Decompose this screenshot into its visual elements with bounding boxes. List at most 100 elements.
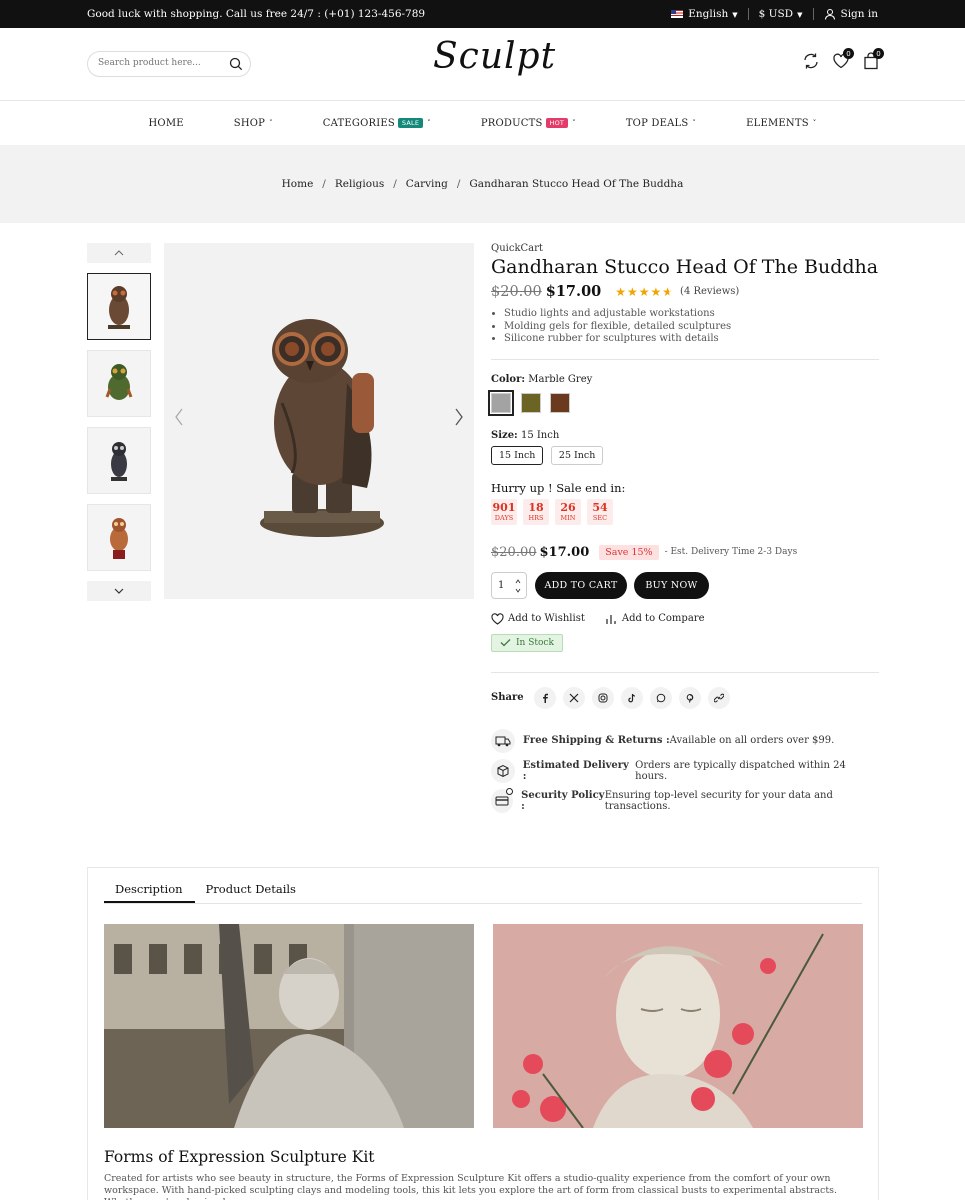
wishlist-button[interactable]: 0 bbox=[832, 48, 854, 73]
truck-icon bbox=[491, 728, 515, 753]
main-product-image[interactable] bbox=[164, 243, 474, 599]
thumbnail-owl-red[interactable] bbox=[87, 504, 151, 571]
feature-item: Molding gels for flexible, detailed scul… bbox=[504, 321, 879, 334]
heart-icon bbox=[491, 612, 504, 625]
delivery-estimate: - Est. Delivery Time 2-3 Days bbox=[664, 547, 798, 557]
stepper-arrows-icon[interactable] bbox=[515, 578, 521, 594]
currency-selector[interactable]: $ USD ▼ bbox=[759, 8, 803, 20]
rating-stars-icon: ★★★★★★ bbox=[615, 284, 675, 299]
description-section: Description Product Details Forms of Exp… bbox=[87, 867, 879, 1200]
tab-description[interactable]: Description bbox=[104, 882, 195, 903]
thumbnail-owl-bronze[interactable] bbox=[87, 273, 151, 340]
wishlist-count: 0 bbox=[843, 48, 854, 59]
swatch-brown[interactable] bbox=[550, 392, 570, 413]
thumb-up-button[interactable] bbox=[87, 243, 151, 263]
size-options: 15 Inch 25 Inch bbox=[491, 445, 879, 465]
search-icon[interactable] bbox=[229, 57, 243, 71]
thumb-down-button[interactable] bbox=[87, 581, 151, 601]
chevron-down-icon: ˅ bbox=[572, 119, 576, 127]
breadcrumb-religious[interactable]: Religious bbox=[335, 178, 384, 190]
nav-products[interactable]: PRODUCTS HOT ˅ bbox=[481, 118, 576, 129]
user-icon bbox=[824, 9, 835, 20]
breadcrumb-carving[interactable]: Carving bbox=[406, 178, 448, 190]
search-input[interactable] bbox=[98, 58, 218, 68]
share-label: Share bbox=[491, 692, 524, 703]
pinterest-icon[interactable] bbox=[678, 686, 701, 709]
facebook-icon[interactable] bbox=[533, 686, 556, 709]
size-15-inch[interactable]: 15 Inch bbox=[491, 445, 544, 465]
add-to-wishlist-link[interactable]: Add to Wishlist bbox=[491, 612, 585, 625]
prev-image-arrow[interactable] bbox=[174, 408, 184, 431]
nav-top-deals[interactable]: TOP DEALS ˅ bbox=[626, 118, 696, 129]
copy-link-icon[interactable] bbox=[707, 686, 730, 709]
owl-thumbnail-image bbox=[110, 517, 128, 559]
swatch-marble-grey[interactable] bbox=[488, 389, 514, 416]
add-to-compare-link[interactable]: Add to Compare bbox=[605, 613, 704, 625]
statue-image-left bbox=[104, 924, 474, 1128]
policy-delivery: Estimated Delivery : Orders are typicall… bbox=[491, 758, 879, 783]
chevron-down-icon: ˅ bbox=[427, 119, 431, 127]
breadcrumb: Home / Religious / Carving / Gandharan Stuc… bbox=[0, 145, 965, 223]
box-icon bbox=[491, 758, 515, 783]
description-text: Created for artists who see beauty in st… bbox=[104, 1173, 838, 1200]
chevron-down-icon: ▼ bbox=[797, 11, 803, 19]
share-row: Share bbox=[491, 686, 879, 709]
countdown-seconds: 54 SEC bbox=[587, 498, 613, 525]
old-price-secondary: $20.00 bbox=[491, 544, 537, 560]
thumbnail-gallery bbox=[87, 243, 151, 601]
color-swatches bbox=[488, 389, 879, 416]
policy-shipping: Free Shipping & Returns : Available on a… bbox=[491, 728, 879, 753]
promo-message: Good luck with shopping. Call us free 24… bbox=[87, 8, 426, 20]
chevron-down-icon bbox=[114, 588, 124, 594]
cart-button[interactable]: 0 bbox=[862, 48, 884, 73]
nav-home[interactable]: HOME bbox=[149, 118, 184, 129]
whatsapp-icon[interactable] bbox=[649, 686, 672, 709]
top-bar-controls: English ▼ $ USD ▼ Sign in bbox=[671, 8, 878, 20]
buy-now-button[interactable]: BUY NOW bbox=[634, 571, 709, 599]
quantity-stepper[interactable]: 1 bbox=[491, 571, 527, 599]
stock-status: In Stock bbox=[491, 633, 563, 652]
size-25-inch[interactable]: 25 Inch bbox=[550, 445, 604, 465]
selected-color: Marble Grey bbox=[528, 373, 593, 385]
breadcrumb-home[interactable]: Home bbox=[282, 178, 314, 190]
next-image-arrow[interactable] bbox=[454, 408, 464, 431]
review-count[interactable]: (4 Reviews) bbox=[680, 286, 739, 297]
tab-bar: Description Product Details bbox=[104, 882, 862, 904]
old-price: $20.00 bbox=[491, 283, 542, 300]
chevron-right-icon bbox=[455, 408, 463, 426]
breadcrumb-current: Gandharan Stucco Head Of The Buddha bbox=[469, 178, 684, 190]
selected-size: 15 Inch bbox=[520, 429, 560, 441]
x-twitter-icon[interactable] bbox=[562, 686, 585, 709]
compare-refresh-icon[interactable] bbox=[802, 52, 820, 70]
sign-in-link[interactable]: Sign in bbox=[824, 8, 878, 20]
countdown-minutes: 26 MIN bbox=[555, 498, 581, 525]
nav-elements[interactable]: ELEMENTS ˅ bbox=[746, 118, 816, 129]
feature-item: Studio lights and adjustable workstation… bbox=[504, 308, 879, 321]
thumbnail-owl-green[interactable] bbox=[87, 350, 151, 417]
site-header: Sculpt 0 0 bbox=[0, 28, 965, 101]
nav-categories[interactable]: CATEGORIES SALE ˅ bbox=[323, 118, 431, 129]
site-logo[interactable]: Sculpt bbox=[433, 36, 556, 77]
countdown-days: 901 DAYS bbox=[491, 498, 517, 525]
product-brand[interactable]: QuickCart bbox=[491, 243, 879, 254]
save-badge: Save 15% bbox=[599, 544, 659, 560]
chevron-down-icon: ˅ bbox=[692, 119, 697, 127]
add-to-cart-button[interactable]: ADD TO CART bbox=[535, 571, 627, 599]
product-title: Gandharan Stucco Head Of The Buddha bbox=[491, 256, 879, 278]
thumbnail-owl-dark[interactable] bbox=[87, 427, 151, 494]
quantity-value[interactable]: 1 bbox=[498, 580, 504, 591]
nav-shop[interactable]: SHOP ˅ bbox=[234, 118, 273, 129]
swatch-olive[interactable] bbox=[520, 392, 541, 413]
search-box[interactable] bbox=[87, 51, 251, 77]
instagram-icon[interactable] bbox=[591, 686, 614, 709]
us-flag-icon bbox=[671, 10, 684, 18]
owl-thumbnail-image bbox=[105, 363, 133, 400]
tiktok-icon[interactable] bbox=[620, 686, 643, 709]
chevron-down-icon: ▼ bbox=[732, 11, 738, 19]
tab-product-details[interactable]: Product Details bbox=[195, 882, 308, 903]
size-label: Size: bbox=[491, 429, 518, 441]
language-selector[interactable]: English ▼ bbox=[671, 8, 738, 20]
chevron-down-icon: ˅ bbox=[812, 119, 817, 127]
bar-chart-icon bbox=[606, 614, 616, 624]
product-info: QuickCart Gandharan Stucco Head Of The B… bbox=[488, 243, 879, 813]
